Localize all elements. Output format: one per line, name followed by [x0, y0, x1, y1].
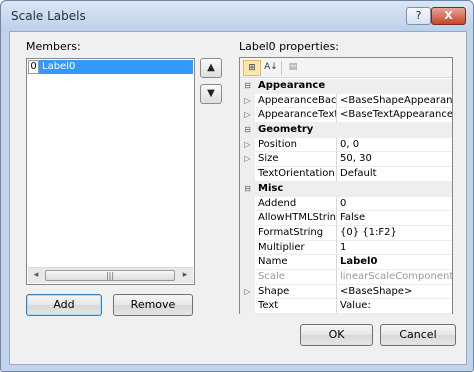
collapse-toggle-icon[interactable]: ⊟: [240, 181, 255, 197]
property-value[interactable]: 0, 0: [337, 138, 452, 153]
property-row[interactable]: ▷ Shape <BaseShape>: [240, 284, 452, 300]
property-value[interactable]: {0} {1:F2}: [337, 226, 452, 241]
members-label: Members:: [26, 40, 81, 53]
property-grid-toolbar: ⊞ A↓ ▤: [240, 58, 452, 78]
ok-button[interactable]: OK: [300, 324, 373, 346]
expand-arrow-icon[interactable]: ▷: [240, 93, 255, 109]
category-name: Misc: [255, 181, 452, 197]
category-name: Geometry: [255, 123, 452, 138]
property-row[interactable]: Text Value:: [240, 299, 452, 314]
row-gutter: [240, 269, 255, 285]
property-value[interactable]: Default: [337, 167, 452, 182]
property-row[interactable]: FormatString {0} {1:F2}: [240, 225, 452, 241]
property-value[interactable]: Label0: [337, 255, 452, 270]
expand-arrow-icon[interactable]: ▷: [240, 284, 255, 300]
row-gutter: [240, 240, 255, 256]
move-up-button[interactable]: ▲: [200, 58, 222, 78]
property-row[interactable]: Name Label0: [240, 255, 452, 270]
scrollbar-thumb[interactable]: |||: [45, 270, 175, 281]
title-bar[interactable]: Scale Labels ? X: [1, 1, 473, 31]
property-name: Addend: [255, 196, 337, 212]
property-value[interactable]: <BaseTextAppearance>: [337, 108, 452, 124]
property-value[interactable]: 0: [337, 197, 452, 212]
horizontal-scrollbar[interactable]: ◂ ||| ▸: [28, 267, 193, 283]
property-row[interactable]: Multiplier 1: [240, 240, 452, 256]
row-gutter: [240, 211, 255, 226]
members-list[interactable]: 0 Label0 ◂ ||| ▸: [26, 58, 195, 285]
row-gutter: [240, 196, 255, 212]
property-grid[interactable]: ⊞ A↓ ▤ ⊟Appearance▷AppearanceBackgr<Base…: [239, 57, 453, 314]
collapse-toggle-icon[interactable]: ⊟: [240, 123, 255, 138]
expand-arrow-icon[interactable]: ▷: [240, 108, 255, 124]
property-category-row[interactable]: ⊟ Misc: [240, 181, 452, 197]
property-value: linearScaleComponent2: [337, 270, 452, 285]
property-row[interactable]: TextOrientation Default: [240, 167, 452, 182]
member-index: 0: [28, 60, 39, 74]
category-name: Appearance: [255, 79, 452, 94]
dialog-client-area: Members: 0 Label0 ◂ ||| ▸ Add Remove ▲ ▼…: [9, 31, 467, 365]
property-name: TextOrientation: [255, 167, 337, 182]
dialog-window: Scale Labels ? X Members: 0 Label0 ◂ |||…: [0, 0, 474, 372]
property-name: Name: [255, 255, 337, 270]
property-rows: ⊟Appearance▷AppearanceBackgr<BaseShapeAp…: [240, 79, 452, 314]
expand-arrow-icon[interactable]: ▷: [240, 137, 255, 153]
cancel-button[interactable]: Cancel: [380, 324, 456, 346]
add-button[interactable]: Add: [26, 294, 102, 316]
property-row[interactable]: Addend 0: [240, 196, 452, 212]
property-value[interactable]: Value:: [337, 299, 452, 314]
property-name: Size: [255, 152, 337, 168]
property-name: AllowHTMLString: [255, 211, 337, 226]
property-row[interactable]: ▷ AppearanceText <BaseTextAppearance>: [240, 108, 452, 124]
move-down-button[interactable]: ▼: [200, 84, 222, 104]
property-row[interactable]: Scale linearScaleComponent2: [240, 269, 452, 285]
toolbar-separator: [281, 61, 282, 75]
property-row[interactable]: ▷ Size 50, 30: [240, 152, 452, 168]
row-gutter: [240, 255, 255, 270]
properties-label: Label0 properties:: [239, 40, 340, 53]
member-name: Label0: [39, 60, 193, 74]
property-value[interactable]: 1: [337, 241, 452, 256]
property-value[interactable]: <BaseShapeAppearance>: [337, 94, 452, 109]
property-pages-icon[interactable]: ▤: [284, 60, 302, 76]
property-row[interactable]: AllowHTMLString False: [240, 211, 452, 226]
property-name: Multiplier: [255, 240, 337, 256]
property-value[interactable]: 50, 30: [337, 152, 452, 168]
list-item[interactable]: 0 Label0: [28, 60, 193, 74]
property-row[interactable]: ▷AppearanceBackgr<BaseShapeAppearance>: [240, 93, 452, 109]
scroll-left-arrow-icon[interactable]: ◂: [28, 268, 44, 283]
property-name: AppearanceBackgr: [255, 93, 337, 109]
scroll-right-arrow-icon[interactable]: ▸: [177, 268, 193, 283]
row-gutter: [240, 299, 255, 314]
property-category-row[interactable]: ⊟ Geometry: [240, 123, 452, 138]
property-name: Scale: [255, 269, 337, 285]
collapse-toggle-icon[interactable]: ⊟: [240, 79, 255, 94]
property-value[interactable]: False: [337, 211, 452, 226]
property-name: Text: [255, 299, 337, 314]
help-button[interactable]: ?: [406, 7, 431, 25]
window-title: Scale Labels: [11, 9, 86, 23]
property-category-row[interactable]: ⊟ Appearance: [240, 79, 452, 94]
remove-button[interactable]: Remove: [113, 294, 193, 316]
property-name: AppearanceText: [255, 108, 337, 124]
close-button[interactable]: X: [431, 7, 466, 25]
property-name: Position: [255, 137, 337, 153]
row-gutter: [240, 167, 255, 182]
row-gutter: [240, 225, 255, 241]
property-name: FormatString: [255, 225, 337, 241]
property-name: Shape: [255, 284, 337, 300]
expand-arrow-icon[interactable]: ▷: [240, 152, 255, 168]
alphabetical-sort-icon[interactable]: A↓: [262, 60, 280, 76]
property-value[interactable]: <BaseShape>: [337, 285, 452, 300]
categorized-icon[interactable]: ⊞: [243, 60, 261, 76]
property-row[interactable]: ▷ Position 0, 0: [240, 137, 452, 153]
